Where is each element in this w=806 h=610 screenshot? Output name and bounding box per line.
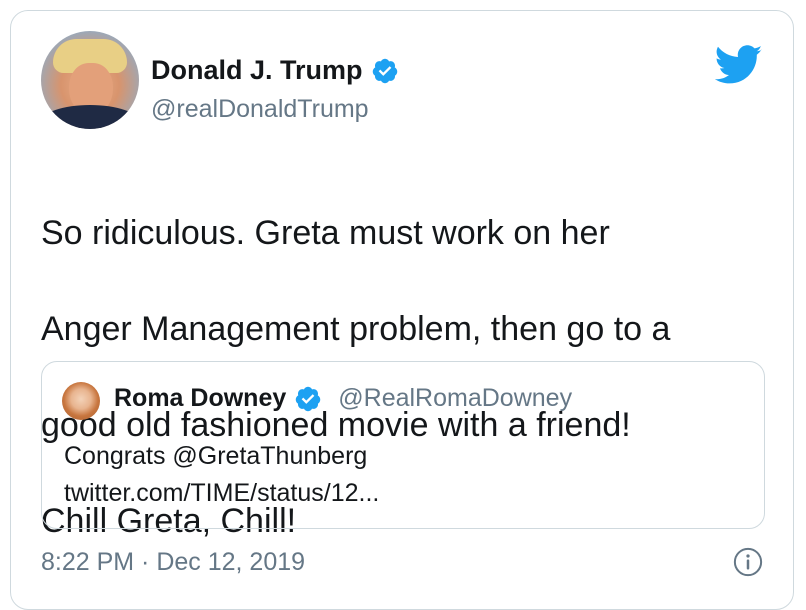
twitter-bird-icon[interactable]: [715, 45, 763, 85]
author-handle[interactable]: @realDonaldTrump: [151, 95, 369, 124]
verified-badge-icon: [372, 58, 397, 83]
author-display-name[interactable]: Donald J. Trump: [151, 55, 363, 86]
author-avatar[interactable]: [41, 31, 139, 129]
tweet-line: Anger Management problem, then go to a: [41, 310, 671, 348]
author-name-row: Donald J. Trump: [151, 55, 399, 86]
quoted-author-handle[interactable]: @RealRomaDowney: [338, 384, 572, 413]
quoted-author-name-row: Roma Downey @RealRomaDowney: [114, 384, 572, 413]
quoted-tweet-card[interactable]: Roma Downey @RealRomaDowney Congrats @Gr…: [41, 361, 765, 529]
quoted-tweet-text: Congrats @GretaThunberg twitter.com/TIME…: [64, 438, 379, 512]
verified-badge-icon: [296, 386, 321, 411]
quoted-author-avatar[interactable]: [62, 382, 100, 420]
tweet-line: So ridiculous. Greta must work on her: [41, 214, 610, 252]
quoted-link[interactable]: twitter.com/TIME/status/12...: [64, 475, 379, 512]
info-icon[interactable]: [733, 547, 763, 577]
quoted-author-display-name[interactable]: Roma Downey: [114, 384, 286, 413]
tweet-card[interactable]: Donald J. Trump @realDonaldTrump So ridi…: [10, 10, 794, 610]
tweet-timestamp[interactable]: 8:22 PM · Dec 12, 2019: [41, 548, 305, 577]
quoted-text-line: Congrats @GretaThunberg: [64, 442, 368, 470]
